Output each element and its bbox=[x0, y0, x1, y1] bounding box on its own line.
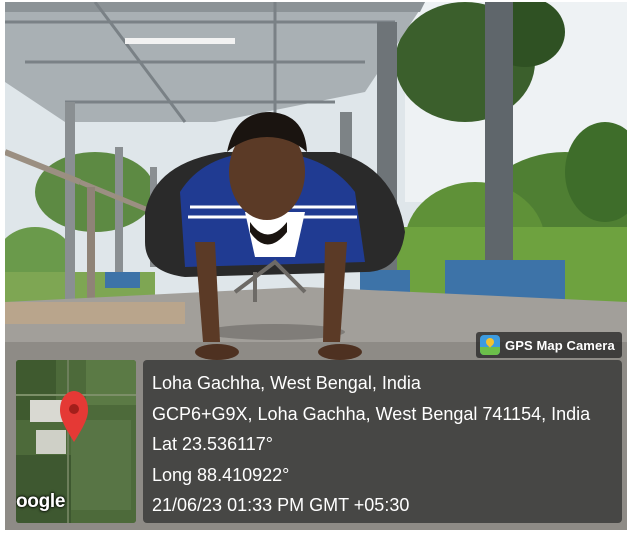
map-brand-label: oogle bbox=[16, 491, 66, 512]
badge-label: GPS Map Camera bbox=[505, 337, 615, 353]
place-name: Loha Gachha, West Bengal, India bbox=[152, 373, 421, 393]
address-line: GCP6+G9X, Loha Gachha, West Bengal 74115… bbox=[152, 403, 591, 424]
longitude-line: Long 88.410922° bbox=[152, 464, 290, 485]
geotagged-photo: GPS Map Camera oogle Loha Gachha, West B… bbox=[0, 0, 632, 535]
location-info-panel: Loha Gachha, West Bengal, India GCP6+G9X… bbox=[143, 360, 622, 523]
latitude-line: Lat 23.536117° bbox=[152, 434, 273, 454]
mini-map: oogle bbox=[16, 360, 136, 523]
gps-map-camera-app-icon bbox=[480, 335, 500, 355]
datetime-line: 21/06/23 01:33 PM GMT +05:30 bbox=[152, 495, 410, 515]
gps-map-camera-badge: GPS Map Camera bbox=[476, 332, 622, 358]
